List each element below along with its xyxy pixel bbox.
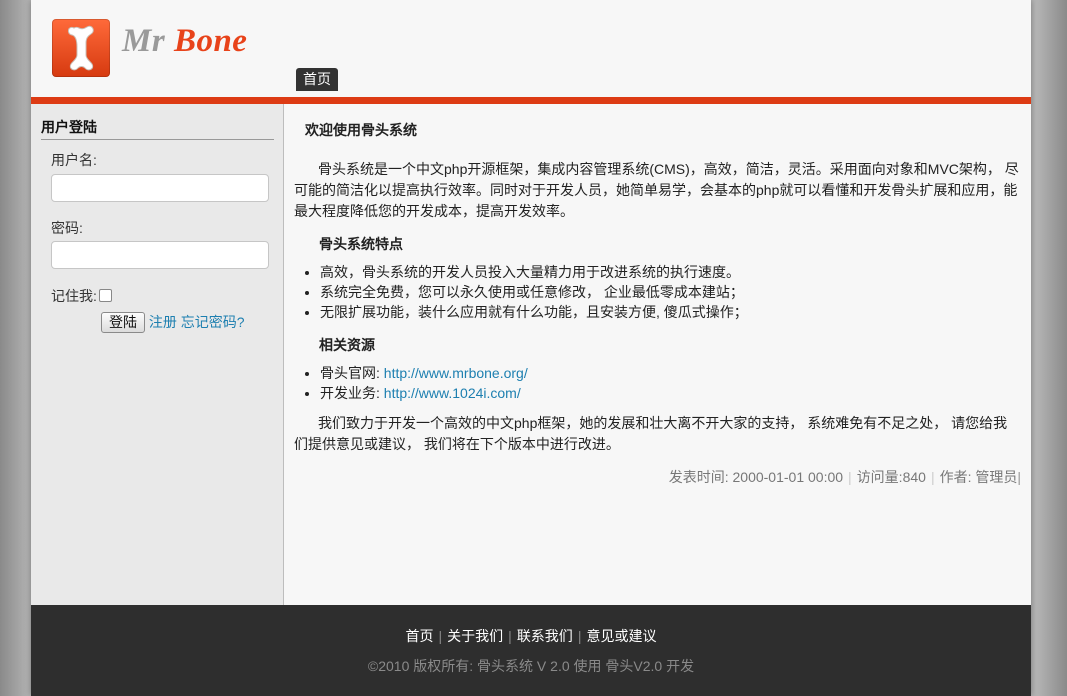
list-item: 系统完全免费，您可以永久使用或任意修改， 企业最低零成本建站； [320, 282, 748, 302]
features-heading: 骨头系统特点 [319, 236, 403, 252]
header-accent-bar [31, 97, 1031, 104]
intro-paragraph: 骨头系统是一个中文php开源框架，集成内容管理系统(CMS)，高效，简洁，灵活。… [294, 161, 1019, 219]
features-list: 高效，骨头系统的开发人员投入大量精力用于改进系统的执行速度。 系统完全免费，您可… [294, 262, 748, 322]
main-content: 欢迎使用骨头系统 骨头系统是一个中文php开源框架，集成内容管理系统(CMS)，… [284, 104, 1031, 605]
author: 作者: 管理员 [939, 469, 1018, 485]
logo-wordmark: Mr Bone [122, 23, 247, 60]
bone-logo-icon [52, 19, 110, 77]
footer-link-feedback[interactable]: 意见或建议 [586, 628, 656, 644]
remember-checkbox[interactable] [98, 289, 112, 302]
footer-nav: 首页 | 关于我们 | 联系我们 | 意见或建议 [405, 628, 657, 644]
resource-label: 开发业务: [320, 385, 384, 401]
login-title: 用户登陆 [41, 117, 274, 140]
logo-bone-text: Bone [173, 23, 248, 59]
password-input[interactable] [51, 241, 269, 269]
remember-label: 记住我: [51, 288, 97, 304]
list-item: 高效，骨头系统的开发人员投入大量精力用于改进系统的执行速度。 [320, 262, 748, 282]
logo-mr-text: Mr [122, 23, 166, 59]
header: Mr Bone 首页 [31, 0, 1031, 97]
view-count: 访问量:840 [856, 469, 926, 485]
username-input[interactable] [51, 174, 269, 202]
copyright-text: ©2010 版权所有: 骨头系统 V 2.0 使用 骨头V2.0 开发 [367, 658, 695, 674]
list-item: 开发业务: http://www.1024i.com/ [320, 383, 528, 403]
article-meta: 发表时间: 2000-01-01 00:00 | 访问量:840 | 作者: 管理员| [668, 469, 1021, 485]
list-item: 骨头官网: http://www.mrbone.org/ [320, 363, 528, 383]
nav-home-tab[interactable]: 首页 [296, 68, 338, 91]
mrbone-site-link[interactable]: http://www.mrbone.org/ [384, 365, 528, 381]
footer-link-home[interactable]: 首页 [406, 628, 434, 644]
remember-row: 记住我: [51, 286, 112, 306]
login-sidebar: 用户登陆 用户名: 密码: 记住我: 登陆 注册 忘记密码? [31, 104, 284, 605]
footer-link-contact[interactable]: 联系我们 [517, 628, 573, 644]
page-container: Mr Bone 首页 用户登陆 用户名: 密码: 记住我: 登陆 注册 忘记密码… [31, 0, 1031, 696]
resources-list: 骨头官网: http://www.mrbone.org/ 开发业务: http:… [294, 363, 528, 403]
resource-label: 骨头官网: [320, 365, 384, 381]
publish-time: 发表时间: 2000-01-01 00:00 [668, 469, 844, 485]
register-link[interactable]: 注册 [149, 314, 177, 330]
login-button[interactable]: 登陆 [101, 312, 145, 333]
1024i-site-link[interactable]: http://www.1024i.com/ [384, 385, 521, 401]
password-label: 密码: [51, 220, 83, 236]
resources-heading: 相关资源 [319, 337, 375, 353]
username-label: 用户名: [51, 152, 97, 168]
closing-paragraph: 我们致力于开发一个高效的中文php框架，她的发展和壮大离不开大家的支持， 系统难… [294, 415, 1008, 452]
login-actions: 登陆 注册 忘记密码? [101, 312, 245, 333]
forgot-password-link[interactable]: 忘记密码? [181, 314, 245, 330]
footer: 首页 | 关于我们 | 联系我们 | 意见或建议 ©2010 版权所有: 骨头系统 V 2.… [31, 605, 1031, 696]
site-logo[interactable]: Mr Bone [52, 19, 292, 79]
list-item: 无限扩展功能，装什么应用就有什么功能，且安装方便, 傻瓜式操作； [320, 302, 748, 322]
page-title: 欢迎使用骨头系统 [305, 122, 417, 138]
footer-link-about[interactable]: 关于我们 [447, 628, 503, 644]
